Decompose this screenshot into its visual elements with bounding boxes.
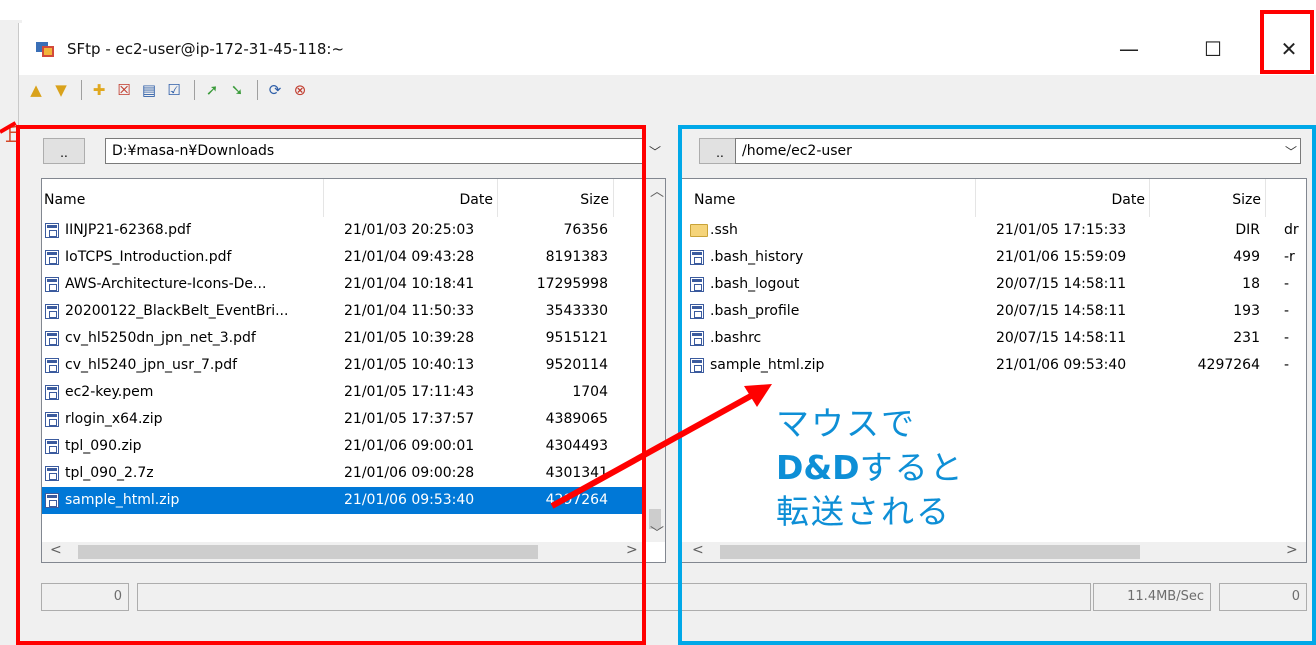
annotation-dnd: D&D xyxy=(776,448,860,487)
annotation-line-1: マウスで xyxy=(776,404,916,443)
new-folder-icon[interactable]: ✚ xyxy=(88,80,110,100)
upload-icon[interactable]: ➚ xyxy=(201,80,223,100)
download-icon[interactable]: ➘ xyxy=(226,80,248,100)
local-panel-highlight-box xyxy=(16,125,646,645)
close-highlight-box xyxy=(1260,10,1314,74)
properties-icon[interactable]: ▤ xyxy=(138,80,160,100)
annotation-line-2: D&Dすると xyxy=(776,446,965,490)
window-title: SFtp - ec2-user@ip-172-31-45-118:~ xyxy=(67,40,345,58)
scroll-down-icon[interactable]: ﹀ xyxy=(650,523,664,543)
annotation-line-2-rest: すると xyxy=(859,448,965,487)
title-bar[interactable]: SFtp - ec2-user@ip-172-31-45-118:~ — ☐ ✕ xyxy=(19,23,1316,75)
toolbar-separator xyxy=(81,80,82,100)
maximize-button[interactable]: ☐ xyxy=(1191,29,1235,69)
local-vertical-scrollbar[interactable]: ︿ ﹀ xyxy=(645,179,665,542)
delete-icon[interactable]: ☒ xyxy=(113,80,135,100)
remote-panel-highlight-box xyxy=(678,125,1316,645)
annotation-line-3: 転送される xyxy=(776,492,951,531)
folder-down-icon[interactable]: ▼ xyxy=(50,80,72,100)
chevron-down-icon[interactable]: ﹀ xyxy=(645,138,665,164)
check-icon[interactable]: ☑ xyxy=(163,80,185,100)
stop-icon[interactable]: ⊗ xyxy=(289,80,311,100)
refresh-icon[interactable]: ⟳ xyxy=(264,80,286,100)
minimize-button[interactable]: — xyxy=(1107,29,1151,69)
toolbar-separator xyxy=(257,80,258,100)
folder-up-icon[interactable]: ▲ xyxy=(25,80,47,100)
toolbar: ▲ ▼ ✚ ☒ ▤ ☑ ➚ ➘ ⟳ ⊗ xyxy=(19,77,1316,103)
drag-and-drop-annotation: マウスで D&Dすると 転送される xyxy=(776,402,965,534)
toolbar-separator xyxy=(194,80,195,100)
scroll-up-icon[interactable]: ︿ xyxy=(650,181,664,201)
app-icon xyxy=(36,42,54,57)
